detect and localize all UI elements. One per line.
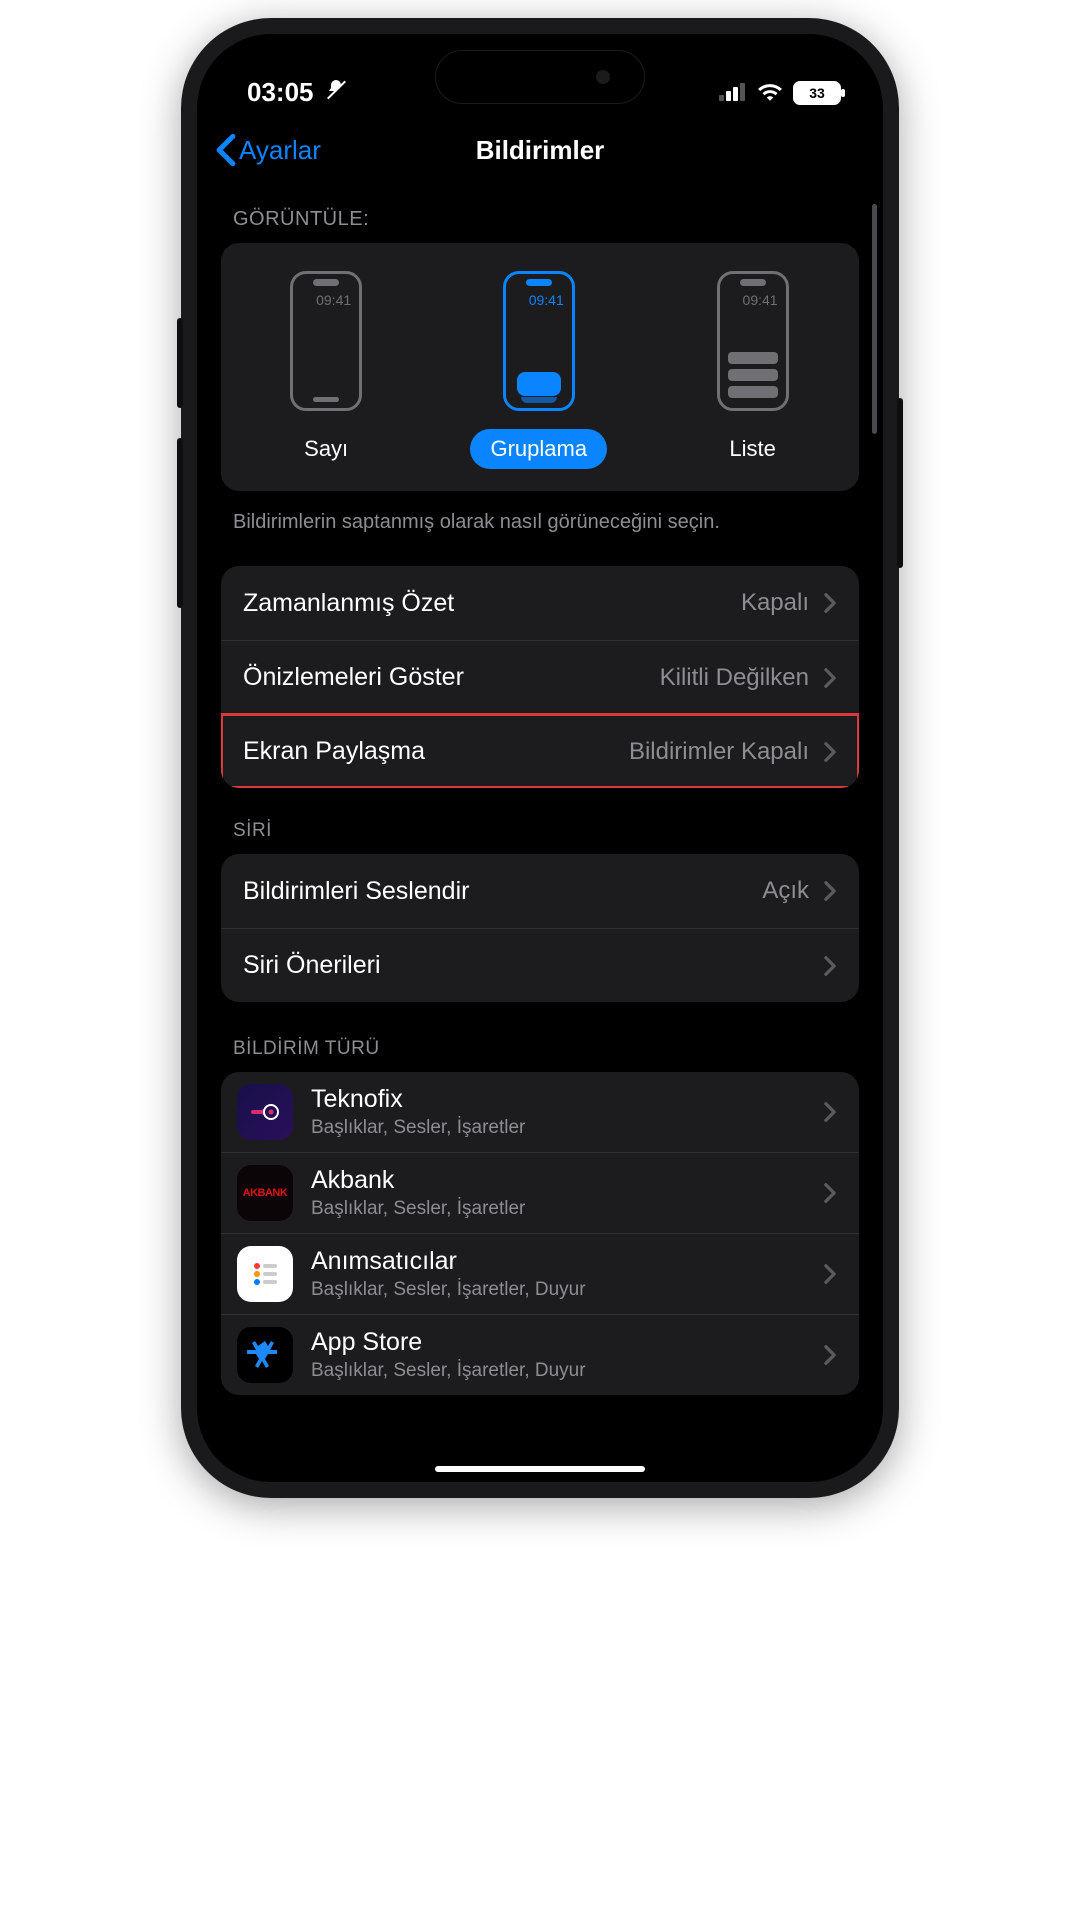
status-time: 03:05 bbox=[247, 77, 314, 108]
scroll-indicator bbox=[872, 204, 877, 434]
chevron-right-icon bbox=[823, 1182, 837, 1204]
display-option-list[interactable]: 09:41 Liste bbox=[709, 271, 795, 469]
display-footer: Bildirimlerin saptanmış olarak nasıl gör… bbox=[233, 509, 847, 536]
nav-bar: Ayarlar Bildirimler bbox=[197, 118, 883, 182]
display-option-stack[interactable]: 09:41 Gruplama bbox=[470, 271, 607, 469]
display-option-count[interactable]: 09:41 Sayı bbox=[284, 271, 368, 469]
dynamic-island bbox=[435, 50, 645, 104]
row-show-previews[interactable]: Önizlemeleri Göster Kilitli Değilken bbox=[221, 640, 859, 714]
cellular-icon bbox=[719, 77, 747, 108]
chevron-right-icon bbox=[823, 880, 837, 902]
app-row-reminders[interactable]: AnımsatıcılarBaşlıklar, Sesler, İşaretle… bbox=[221, 1233, 859, 1314]
chevron-right-icon bbox=[823, 955, 837, 977]
back-label: Ayarlar bbox=[239, 135, 321, 166]
app-row-appstore[interactable]: App StoreBaşlıklar, Sesler, İşaretler, D… bbox=[221, 1314, 859, 1395]
chevron-right-icon bbox=[823, 667, 837, 689]
chevron-right-icon bbox=[823, 1101, 837, 1123]
chevron-right-icon bbox=[823, 592, 837, 614]
home-indicator[interactable] bbox=[435, 1466, 645, 1472]
settings-group-1: Zamanlanmış Özet Kapalı Önizlemeleri Gös… bbox=[221, 566, 859, 788]
battery-icon: 33 bbox=[793, 81, 841, 105]
wifi-icon bbox=[757, 77, 783, 108]
back-button[interactable]: Ayarlar bbox=[215, 133, 321, 167]
row-announce-notifications[interactable]: Bildirimleri Seslendir Açık bbox=[221, 854, 859, 928]
display-picker: 09:41 Sayı 09:41 Gruplama 09:41 Liste bbox=[221, 243, 859, 491]
apps-header: BİLDİRİM TÜRÜ bbox=[233, 1038, 847, 1060]
app-icon bbox=[237, 1327, 293, 1383]
app-icon bbox=[237, 1084, 293, 1140]
app-row-teknofix[interactable]: TeknofixBaşlıklar, Sesler, İşaretler bbox=[221, 1072, 859, 1152]
row-screen-sharing[interactable]: Ekran Paylaşma Bildirimler Kapalı bbox=[221, 714, 859, 788]
silent-icon bbox=[324, 77, 348, 108]
display-header: GÖRÜNTÜLE: bbox=[233, 208, 847, 231]
siri-group: Bildirimleri Seslendir Açık Siri Önerile… bbox=[221, 854, 859, 1002]
screen: 03:05 33 Ayarlar bbox=[197, 34, 883, 1482]
chevron-right-icon bbox=[823, 741, 837, 763]
siri-header: SİRİ bbox=[233, 820, 847, 842]
app-row-akbank[interactable]: AKBANK AkbankBaşlıklar, Sesler, İşaretle… bbox=[221, 1152, 859, 1233]
app-icon bbox=[237, 1246, 293, 1302]
phone-frame: 03:05 33 Ayarlar bbox=[181, 18, 899, 1498]
chevron-right-icon bbox=[823, 1344, 837, 1366]
app-icon: AKBANK bbox=[237, 1165, 293, 1221]
row-scheduled-summary[interactable]: Zamanlanmış Özet Kapalı bbox=[221, 566, 859, 640]
row-siri-suggestions[interactable]: Siri Önerileri bbox=[221, 928, 859, 1002]
apps-group: TeknofixBaşlıklar, Sesler, İşaretler AKB… bbox=[221, 1072, 859, 1395]
chevron-right-icon bbox=[823, 1263, 837, 1285]
